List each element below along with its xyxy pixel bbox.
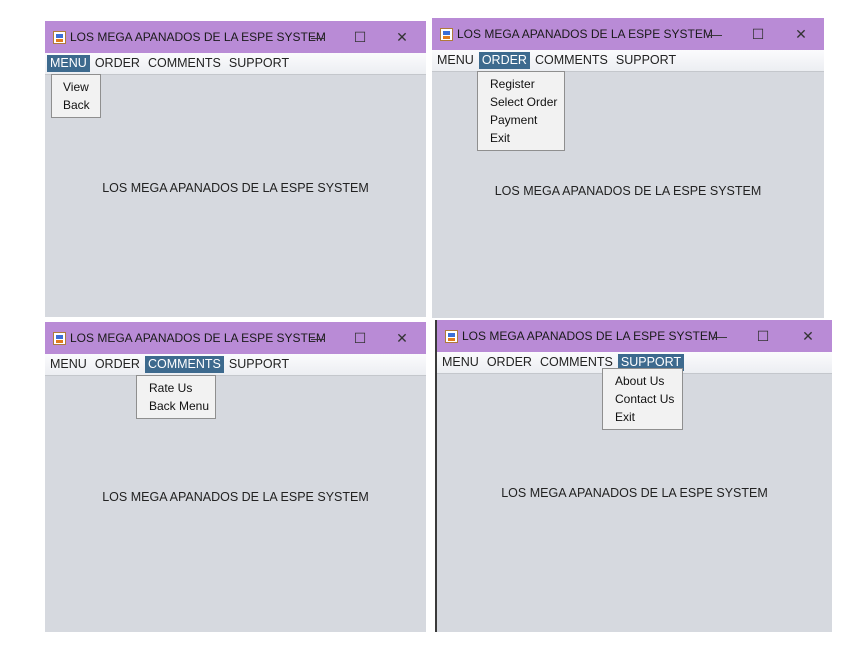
close-button[interactable]: ✕ [382,21,422,53]
minimize-button[interactable]: — [695,18,735,50]
menu-menu[interactable]: MENU [439,354,482,371]
title-bar: LOS MEGA APANADOS DE LA ESPE SYSTEM — ☐ … [45,322,426,354]
center-label: LOS MEGA APANADOS DE LA ESPE SYSTEM [102,490,369,504]
menu-bar: MENU ORDER COMMENTS SUPPORT [45,354,426,376]
window-title: LOS MEGA APANADOS DE LA ESPE SYSTEM [462,329,718,343]
menu-item-view[interactable]: View [52,78,100,96]
menu-order[interactable]: ORDER [478,52,530,69]
title-bar: LOS MEGA APANADOS DE LA ESPE SYSTEM — ☐ … [45,21,426,53]
maximize-button[interactable]: ☐ [738,18,778,50]
close-button[interactable]: ✕ [788,320,828,352]
window-title: LOS MEGA APANADOS DE LA ESPE SYSTEM [70,30,326,44]
app-window-menu: LOS MEGA APANADOS DE LA ESPE SYSTEM — ☐ … [45,21,426,317]
menu-comments[interactable]: COMMENTS [144,356,224,373]
menu-menu[interactable]: MENU [47,356,90,373]
close-button[interactable]: ✕ [781,18,821,50]
center-label: LOS MEGA APANADOS DE LA ESPE SYSTEM [494,184,762,198]
java-app-icon [53,331,66,345]
window-title: LOS MEGA APANADOS DE LA ESPE SYSTEM [457,27,713,41]
minimize-button[interactable]: — [700,320,740,352]
minimize-button[interactable]: — [298,21,338,53]
menu-item-exit[interactable]: Exit [478,129,564,147]
minimize-button[interactable]: — [298,322,338,354]
app-window-order: LOS MEGA APANADOS DE LA ESPE SYSTEM — ☐ … [432,18,824,318]
title-bar: LOS MEGA APANADOS DE LA ESPE SYSTEM — ☐ … [437,320,832,352]
menu-item-register[interactable]: Register [478,75,564,93]
maximize-button[interactable]: ☐ [743,320,783,352]
center-label: LOS MEGA APANADOS DE LA ESPE SYSTEM [102,181,369,195]
menu-support[interactable]: SUPPORT [613,52,679,69]
app-window-support: LOS MEGA APANADOS DE LA ESPE SYSTEM — ☐ … [435,320,832,632]
menu-item-exit[interactable]: Exit [603,408,682,426]
menu-item-payment[interactable]: Payment [478,111,564,129]
menu-dropdown: View Back [51,74,101,118]
menu-order[interactable]: ORDER [92,356,143,373]
menu-comments[interactable]: COMMENTS [145,55,224,72]
close-button[interactable]: ✕ [382,322,422,354]
menu-item-about-us[interactable]: About Us [603,372,682,390]
menu-support[interactable]: SUPPORT [226,55,292,72]
menu-item-select-order[interactable]: Select Order [478,93,564,111]
title-bar: LOS MEGA APANADOS DE LA ESPE SYSTEM — ☐ … [432,18,824,50]
comments-dropdown: Rate Us Back Menu [136,375,216,419]
menu-item-rate-us[interactable]: Rate Us [137,379,215,397]
menu-comments[interactable]: COMMENTS [532,52,611,69]
menu-support[interactable]: SUPPORT [226,356,292,373]
menu-item-back-menu[interactable]: Back Menu [137,397,215,415]
window-title: LOS MEGA APANADOS DE LA ESPE SYSTEM [70,331,326,345]
java-app-icon [53,30,66,44]
menu-bar: MENU ORDER COMMENTS SUPPORT [432,50,824,72]
support-dropdown: About Us Contact Us Exit [602,368,683,430]
center-label: LOS MEGA APANADOS DE LA ESPE SYSTEM [501,486,768,500]
menu-order[interactable]: ORDER [484,354,535,371]
order-dropdown: Register Select Order Payment Exit [477,71,565,151]
java-app-icon [440,27,453,41]
menu-bar: MENU ORDER COMMENTS SUPPORT [45,53,426,75]
java-app-icon [445,329,458,343]
app-window-comments: LOS MEGA APANADOS DE LA ESPE SYSTEM — ☐ … [45,322,426,632]
menu-item-back[interactable]: Back [52,96,100,114]
maximize-button[interactable]: ☐ [340,21,380,53]
menu-order[interactable]: ORDER [92,55,143,72]
maximize-button[interactable]: ☐ [340,322,380,354]
menu-item-contact-us[interactable]: Contact Us [603,390,682,408]
menu-menu[interactable]: MENU [434,52,477,69]
menu-menu[interactable]: MENU [47,55,90,72]
